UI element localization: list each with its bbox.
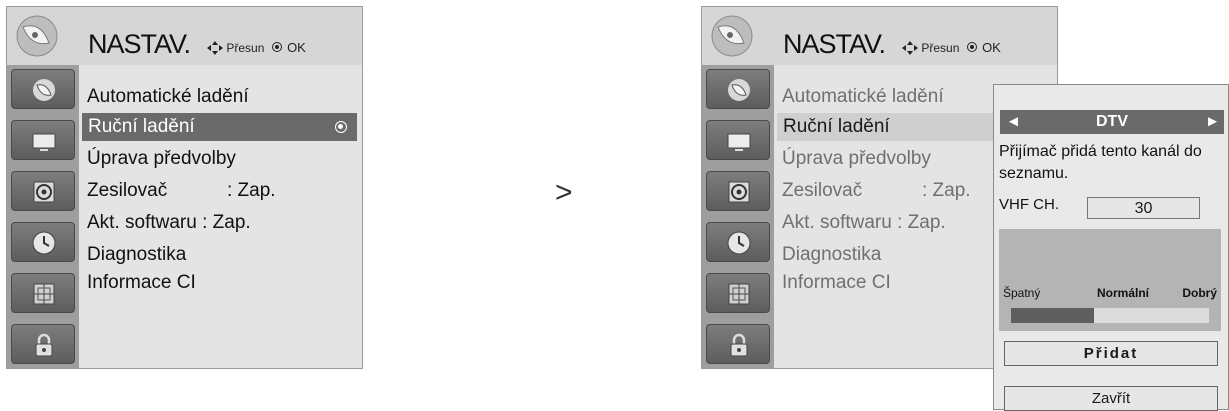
lock-icon (35, 333, 53, 357)
navigation-hint: Přesun OK (207, 40, 306, 55)
category-sidebar (702, 65, 774, 368)
signal-strength-bar (1011, 308, 1209, 323)
menu-title: NASTAV. (783, 29, 886, 59)
hint-ok-label: OK (982, 40, 1001, 55)
menu-item-manual-tuning[interactable]: Ruční ladění (777, 113, 995, 141)
tv-screen-icon (32, 133, 56, 151)
category-sidebar (7, 65, 79, 368)
booster-value: : Zap. (922, 180, 971, 201)
enter-indicator-icon (335, 121, 347, 133)
tab-lock[interactable] (11, 324, 75, 364)
menu-item-diagnostics[interactable]: Diagnostika (87, 241, 186, 269)
satellite-dish-icon (16, 15, 58, 57)
hint-move-label: Přesun (226, 41, 265, 55)
satellite-dish-icon (711, 15, 753, 57)
clock-icon (727, 231, 751, 255)
hint-move-label: Přesun (921, 41, 960, 55)
menu-item-auto-tuning[interactable]: Automatické ladění (782, 83, 944, 111)
booster-value: : Zap. (227, 180, 276, 201)
tab-picture[interactable] (11, 120, 75, 160)
tab-picture[interactable] (706, 120, 770, 160)
lock-icon (730, 333, 748, 357)
tab-setup[interactable] (706, 69, 770, 109)
mode-selector[interactable]: ◄ DTV ► (1000, 110, 1224, 134)
tab-time[interactable] (11, 222, 75, 262)
satellite-icon (33, 79, 55, 101)
menu-item-diagnostics[interactable]: Diagnostika (782, 241, 881, 269)
move-arrows-icon (207, 41, 223, 55)
satellite-icon (728, 79, 750, 101)
clock-icon (32, 231, 56, 255)
close-button[interactable]: Zavřít (1004, 386, 1218, 411)
channel-label: VHF CH. (999, 196, 1059, 213)
signal-strength-panel: Špatný Normální Dobrý (999, 229, 1221, 331)
channel-number-field[interactable]: 30 (1087, 197, 1200, 219)
tab-option[interactable] (11, 273, 75, 313)
signal-bad-label: Špatný (1003, 286, 1041, 300)
menu-title: NASTAV. (88, 29, 191, 59)
manual-tuning-popup: ◄ DTV ► Přijímač přidá tento kanál do se… (993, 84, 1229, 411)
tv-screen-icon (727, 133, 751, 151)
tab-lock[interactable] (706, 324, 770, 364)
signal-normal-label: Normální (1097, 286, 1150, 300)
tab-audio[interactable] (706, 171, 770, 211)
step-arrow: > (555, 176, 573, 209)
hint-ok-label: OK (287, 40, 306, 55)
add-button[interactable]: Přidat (1004, 341, 1218, 366)
tab-setup[interactable] (11, 69, 75, 109)
menu-header: NASTAV. Přesun OK (702, 7, 1057, 65)
ok-button-icon (271, 42, 282, 52)
menu-item-ci-information[interactable]: Informace CI (782, 269, 891, 297)
tab-time[interactable] (706, 222, 770, 262)
signal-good-label: Dobrý (1182, 286, 1217, 300)
ok-button-icon (966, 42, 977, 52)
menu-item-programme-edit[interactable]: Úprava předvolby (87, 145, 236, 173)
menu-item-booster[interactable]: Zesilovač : Zap. (782, 177, 971, 205)
menu-header: NASTAV. Přesun OK (7, 7, 362, 65)
menu-item-programme-edit[interactable]: Úprava předvolby (782, 145, 931, 173)
signal-strength-fill (1011, 308, 1095, 323)
next-arrow-icon[interactable]: ► (1205, 113, 1220, 130)
menu-content: Automatické ladění Ruční ladění Úprava p… (79, 65, 362, 368)
setup-menu-left: NASTAV. Přesun OK Automatické ladění Ruč… (6, 6, 363, 369)
mode-label: DTV (1096, 113, 1128, 130)
software-update-value: : Zap. (891, 212, 946, 233)
navigation-hint: Přesun OK (902, 40, 1001, 55)
menu-item-manual-tuning[interactable]: Ruční ladění (82, 113, 357, 141)
menu-item-ci-information[interactable]: Informace CI (87, 269, 196, 297)
option-grid-icon (728, 283, 750, 305)
menu-item-software-update[interactable]: Akt. softwaru : Zap. (782, 209, 946, 237)
speaker-icon (33, 181, 55, 203)
speaker-icon (728, 181, 750, 203)
tab-option[interactable] (706, 273, 770, 313)
menu-item-software-update[interactable]: Akt. softwaru : Zap. (87, 209, 251, 237)
menu-item-auto-tuning[interactable]: Automatické ladění (87, 83, 249, 111)
tab-audio[interactable] (11, 171, 75, 211)
menu-item-booster[interactable]: Zesilovač : Zap. (87, 177, 276, 205)
option-grid-icon (33, 283, 55, 305)
software-update-value: : Zap. (196, 212, 251, 233)
move-arrows-icon (902, 41, 918, 55)
popup-message: Přijímač přidá tento kanál do seznamu. (999, 143, 1202, 182)
